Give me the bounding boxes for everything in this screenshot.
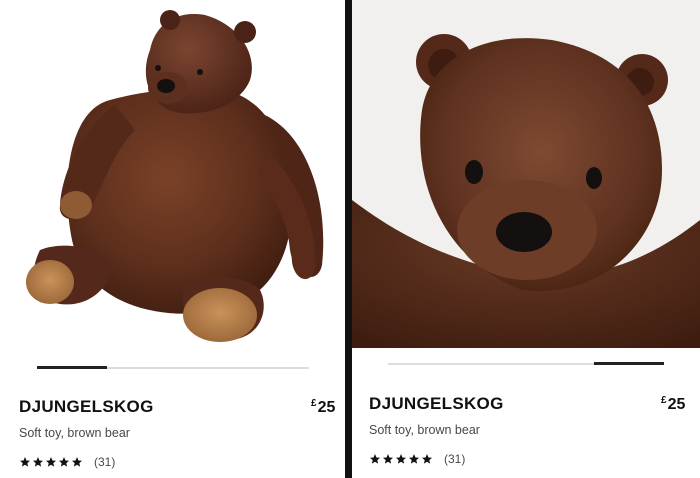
product-description: Soft toy, brown bear	[369, 423, 480, 437]
star-icon	[20, 457, 30, 467]
product-image[interactable]	[0, 0, 345, 355]
review-count: (31)	[94, 455, 116, 469]
star-icon	[383, 454, 393, 464]
product-name[interactable]: DJUNGELSKOG	[19, 397, 154, 417]
product-comparison: DJUNGELSKOG Soft toy, brown bear £25 (31…	[0, 0, 700, 478]
star-icon	[409, 454, 419, 464]
product-rating[interactable]: (31)	[19, 455, 115, 469]
product-card[interactable]: DJUNGELSKOG Soft toy, brown bear £25 (31…	[0, 0, 345, 478]
price-currency: £	[661, 395, 667, 406]
product-price: £25	[311, 398, 335, 417]
product-name[interactable]: DJUNGELSKOG	[369, 394, 504, 414]
star-rating	[19, 456, 83, 468]
bear-full-body-image	[26, 10, 324, 342]
star-icon	[72, 457, 82, 467]
image-carousel-indicator[interactable]	[388, 362, 664, 365]
price-currency: £	[311, 398, 317, 409]
star-icon	[33, 457, 43, 467]
star-icon	[59, 457, 69, 467]
star-icon	[46, 457, 56, 467]
image-carousel-indicator[interactable]	[37, 366, 309, 369]
divider	[345, 0, 352, 478]
star-icon	[396, 454, 406, 464]
price-value: 25	[667, 396, 686, 413]
review-count: (31)	[444, 452, 466, 466]
star-icon	[370, 454, 380, 464]
product-description: Soft toy, brown bear	[19, 426, 130, 440]
product-card[interactable]: DJUNGELSKOG Soft toy, brown bear £25 (31…	[352, 0, 700, 478]
product-price: £25	[661, 395, 685, 414]
carousel-position-thumb	[594, 362, 664, 365]
price-value: 25	[317, 399, 336, 416]
bear-face-closeup-image	[352, 0, 700, 348]
product-rating[interactable]: (31)	[369, 452, 465, 466]
product-image[interactable]	[352, 0, 700, 348]
star-rating	[369, 453, 433, 465]
star-icon	[422, 454, 432, 464]
carousel-position-thumb	[37, 366, 107, 369]
